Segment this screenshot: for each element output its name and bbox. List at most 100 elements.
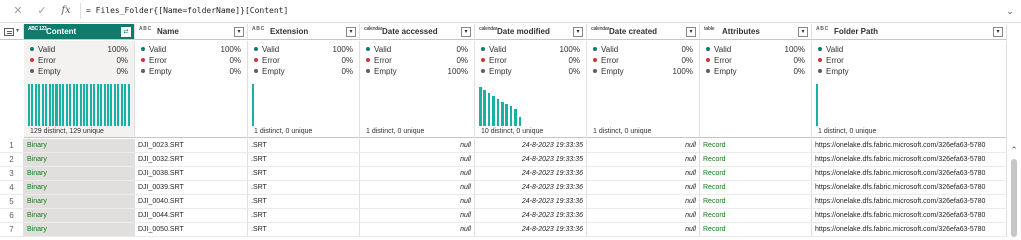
cell-content[interactable]: Binary	[24, 139, 135, 153]
cell-date-accessed[interactable]: null	[360, 209, 475, 223]
table-icon[interactable]: table	[704, 26, 720, 32]
cell-date-created[interactable]: null	[587, 153, 700, 167]
cell-date-modified[interactable]: 24-8-2023 19:33:35	[475, 153, 587, 167]
histogram-bar[interactable]	[127, 84, 130, 126]
cell-folder-path[interactable]: https://onelake.dfs.fabric.microsoft.com…	[812, 139, 1007, 153]
cell-extension[interactable]: .SRT	[248, 195, 360, 209]
histogram-bar[interactable]	[514, 109, 517, 126]
histogram-bar[interactable]	[509, 106, 513, 126]
histogram-bar[interactable]	[34, 84, 37, 126]
filter-dropdown-icon[interactable]: ▾	[461, 27, 471, 37]
histogram-bar[interactable]	[86, 84, 89, 126]
histogram-bar[interactable]	[55, 84, 58, 126]
histogram-bar[interactable]	[58, 84, 61, 126]
cell-date-modified[interactable]: 24-8-2023 19:33:36	[475, 209, 587, 223]
column-header-folder-path[interactable]: A B C Folder Path ▾	[812, 24, 1007, 40]
histogram-bar[interactable]	[501, 102, 504, 126]
cell-date-modified[interactable]: 24-8-2023 19:33:36	[475, 181, 587, 195]
histogram-bar[interactable]	[93, 84, 96, 126]
row-number[interactable]: 3	[0, 167, 24, 181]
column-header-attributes[interactable]: table Attributes ▾	[700, 24, 812, 40]
row-number[interactable]: 6	[0, 209, 24, 223]
value-distribution-chart[interactable]	[816, 84, 820, 126]
text-type-icon[interactable]: A B C	[252, 26, 268, 32]
histogram-bar[interactable]	[124, 84, 127, 126]
filter-dropdown-icon[interactable]: ▾	[573, 27, 583, 37]
cell-date-created[interactable]: null	[587, 139, 700, 153]
column-header-name[interactable]: A B C Name ▾	[135, 24, 248, 40]
filter-dropdown-icon[interactable]: ▾	[234, 27, 244, 37]
histogram-bar[interactable]	[487, 93, 491, 126]
histogram-bar[interactable]	[106, 84, 109, 126]
calendar-icon[interactable]: calendar	[479, 26, 497, 32]
histogram-bar[interactable]	[48, 84, 51, 126]
cell-folder-path[interactable]: https://onelake.dfs.fabric.microsoft.com…	[812, 195, 1007, 209]
cell-content[interactable]: Binary	[24, 181, 135, 195]
column-header-date-created[interactable]: calendar Date created ▾	[587, 24, 700, 40]
row-number[interactable]: 4	[0, 181, 24, 195]
histogram-bar[interactable]	[518, 117, 522, 126]
calendar-icon[interactable]: calendar	[364, 26, 382, 32]
column-header-content[interactable]: ABC 123 Content ⇄	[24, 24, 135, 40]
cell-folder-path[interactable]: https://onelake.dfs.fabric.microsoft.com…	[812, 167, 1007, 181]
histogram-bar[interactable]	[483, 90, 487, 126]
cell-extension[interactable]: .SRT	[248, 139, 360, 153]
cell-date-accessed[interactable]: null	[360, 153, 475, 167]
histogram-bar[interactable]	[82, 84, 85, 126]
cell-content[interactable]: Binary	[24, 167, 135, 181]
histogram-bar[interactable]	[117, 84, 120, 126]
cell-date-created[interactable]: null	[587, 195, 700, 209]
histogram-bar[interactable]	[65, 84, 68, 126]
filter-dropdown-icon[interactable]: ▾	[798, 27, 808, 37]
formula-input[interactable]: = Files_Folder{[Name=folderName]}[Conten…	[86, 4, 986, 18]
any-type-icon[interactable]: ABC 123	[28, 26, 47, 32]
cell-date-accessed[interactable]: null	[360, 181, 475, 195]
column-header-extension[interactable]: A B C Extension ▾	[248, 24, 360, 40]
cell-folder-path[interactable]: https://onelake.dfs.fabric.microsoft.com…	[812, 209, 1007, 223]
histogram-bar[interactable]	[100, 84, 103, 126]
filter-dropdown-icon[interactable]: ▾	[346, 27, 356, 37]
table-menu-button[interactable]: ▾	[0, 24, 24, 40]
row-number[interactable]: 7	[0, 223, 24, 237]
chevron-down-icon[interactable]: ⌄	[1003, 4, 1017, 18]
cell-extension[interactable]: .SRT	[248, 223, 360, 237]
cell-name[interactable]: DJI_0040.SRT	[135, 195, 248, 209]
column-menu-icon[interactable]: ⇄	[121, 27, 131, 37]
chevron-up-icon[interactable]: ⌃	[1009, 145, 1019, 155]
histogram-bar[interactable]	[113, 84, 116, 126]
cell-name[interactable]: DJI_0044.SRT	[135, 209, 248, 223]
row-number[interactable]: 2	[0, 153, 24, 167]
cell-content[interactable]: Binary	[24, 195, 135, 209]
cell-name[interactable]: DJI_0038.SRT	[135, 167, 248, 181]
cell-attributes[interactable]: Record	[700, 195, 812, 209]
value-distribution-chart[interactable]	[252, 84, 256, 126]
histogram-bar[interactable]	[110, 84, 113, 126]
cell-date-created[interactable]: null	[587, 181, 700, 195]
histogram-bar[interactable]	[492, 96, 495, 126]
histogram-bar[interactable]	[79, 84, 82, 126]
cell-attributes[interactable]: Record	[700, 223, 812, 237]
cell-content[interactable]: Binary	[24, 223, 135, 237]
cell-date-modified[interactable]: 24-8-2023 19:33:36	[475, 195, 587, 209]
calendar-icon[interactable]: calendar	[591, 26, 609, 32]
histogram-bar[interactable]	[52, 84, 55, 126]
cell-content[interactable]: Binary	[24, 153, 135, 167]
cell-date-modified[interactable]: 24-8-2023 19:33:35	[475, 139, 587, 153]
cell-attributes[interactable]: Record	[700, 167, 812, 181]
filter-dropdown-icon[interactable]: ▾	[993, 27, 1003, 37]
cell-date-modified[interactable]: 24-8-2023 19:33:36	[475, 223, 587, 237]
column-header-date-accessed[interactable]: calendar Date accessed ▾	[360, 24, 475, 40]
cell-attributes[interactable]: Record	[700, 153, 812, 167]
histogram-bar[interactable]	[96, 84, 99, 126]
cell-attributes[interactable]: Record	[700, 139, 812, 153]
cell-date-modified[interactable]: 24-8-2023 19:33:36	[475, 167, 587, 181]
row-number[interactable]: 1	[0, 139, 24, 153]
cell-folder-path[interactable]: https://onelake.dfs.fabric.microsoft.com…	[812, 223, 1007, 237]
cell-name[interactable]: DJI_0039.SRT	[135, 181, 248, 195]
histogram-bar[interactable]	[76, 84, 79, 126]
histogram-bar[interactable]	[120, 84, 123, 126]
cell-attributes[interactable]: Record	[700, 181, 812, 195]
histogram-bar[interactable]	[38, 84, 41, 126]
cell-extension[interactable]: .SRT	[248, 181, 360, 195]
scrollbar-thumb[interactable]	[1011, 159, 1017, 237]
